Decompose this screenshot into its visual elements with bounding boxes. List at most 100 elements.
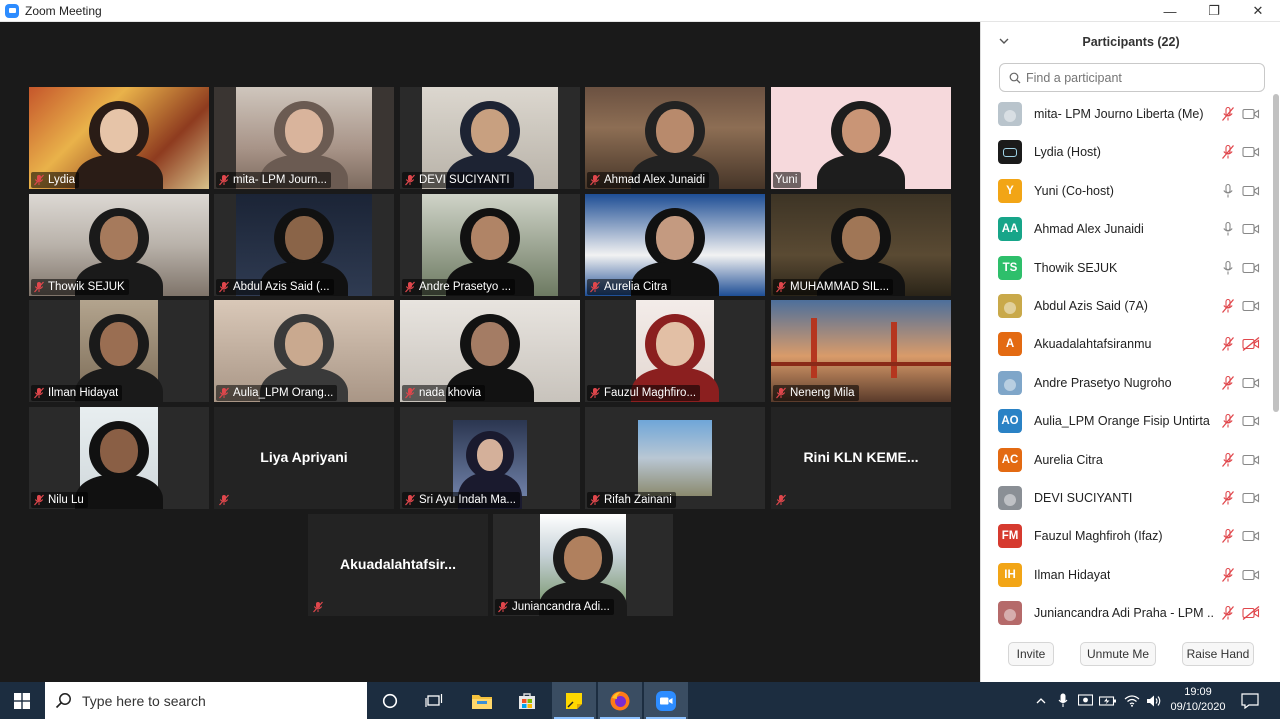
volume-tray-icon[interactable] [1144,682,1164,719]
video-camera-icon[interactable] [1242,568,1260,582]
video-camera-icon[interactable] [1242,529,1260,543]
video-tile[interactable]: Ilman Hidayat [29,300,209,402]
unmute-me-button[interactable]: Unmute Me [1080,642,1156,666]
start-button[interactable] [0,682,44,719]
video-tile[interactable]: Liya Apriyani [214,407,394,509]
microphone-icon[interactable] [1220,221,1236,237]
participant-row[interactable]: FM Fauzul Maghfiroh (Ifaz) [981,517,1273,555]
video-tile[interactable]: Thowik SEJUK [29,194,209,296]
participant-search-box[interactable] [999,63,1265,92]
microphone-muted-icon[interactable] [1220,452,1236,468]
video-tile[interactable]: MUHAMMAD SIL... [771,194,951,296]
video-tile[interactable]: Fauzul Maghfiro... [585,300,765,402]
video-camera-off-icon[interactable] [1242,606,1260,621]
video-tile[interactable]: Nilu Lu [29,407,209,509]
microphone-muted-icon[interactable] [1220,375,1236,391]
microphone-muted-icon[interactable] [1220,567,1236,583]
microphone-tray-icon[interactable] [1054,682,1072,719]
firefox-button[interactable] [598,682,642,719]
participant-row[interactable]: Andre Prasetyo Nugroho [981,364,1273,402]
task-view-button[interactable] [412,682,456,719]
video-tile[interactable]: Rifah Zainani [585,407,765,509]
video-camera-icon[interactable] [1242,222,1260,236]
microsoft-store-button[interactable] [505,682,549,719]
participant-row[interactable]: Juniancandra Adi Praha - LPM ... [981,594,1273,632]
video-camera-icon[interactable] [1242,184,1260,198]
participant-row[interactable]: AC Aurelia Citra [981,441,1273,479]
participant-row[interactable]: TS Thowik SEJUK [981,249,1273,287]
microphone-muted-icon[interactable] [1220,413,1236,429]
microphone-muted-icon[interactable] [1220,528,1236,544]
microphone-muted-icon[interactable] [1220,144,1236,160]
video-camera-icon[interactable] [1242,145,1260,159]
microphone-muted-icon[interactable] [1220,605,1236,621]
zoom-taskbar-button[interactable] [644,682,688,719]
webcam-tray-icon[interactable] [1076,682,1094,719]
participant-row[interactable]: IH Ilman Hidayat [981,556,1273,594]
video-tile[interactable]: Rini KLN KEME... [771,407,951,509]
participant-row[interactable]: AO Aulia_LPM Orange Fisip Untirta [981,402,1273,440]
maximize-button[interactable]: ❐ [1192,0,1236,22]
participant-list-name: Ahmad Alex Junaidi [1034,222,1144,237]
video-camera-icon[interactable] [1242,453,1260,467]
participant-row[interactable]: DEVI SUCIYANTI [981,479,1273,517]
microphone-muted-icon[interactable] [1220,298,1236,314]
video-camera-off-icon[interactable] [1242,337,1260,352]
video-tile[interactable]: Sri Ayu Indah Ma... [400,407,580,509]
action-center-button[interactable] [1232,682,1268,719]
participant-row[interactable]: A Akuadalahtafsiranmu [981,325,1273,363]
participant-row[interactable]: Abdul Azis Said (7A) [981,287,1273,325]
participant-row[interactable]: Y Yuni (Co-host) [981,172,1273,210]
video-tile[interactable]: Aulia_LPM Orang... [214,300,394,402]
video-tile[interactable]: Neneng Mila [771,300,951,402]
video-tile[interactable]: Juniancandra Adi... [493,514,673,616]
minimize-button[interactable]: — [1148,0,1192,22]
scrollbar-thumb[interactable] [1273,94,1279,412]
battery-tray-icon[interactable] [1098,682,1118,719]
file-explorer-button[interactable] [460,682,504,719]
taskbar-search-box[interactable]: Type here to search [45,682,367,719]
video-tile[interactable]: Abdul Azis Said (... [214,194,394,296]
windows-taskbar: Type here to search 19:09 09/10/2020 [0,682,1280,719]
participant-row[interactable]: AA Ahmad Alex Junaidi [981,210,1273,248]
video-tile[interactable]: DEVI SUCIYANTI [400,87,580,189]
video-tile[interactable]: Aurelia Citra [585,194,765,296]
taskbar-clock[interactable]: 19:09 09/10/2020 [1168,685,1228,715]
microphone-muted-icon[interactable] [1220,106,1236,122]
video-camera-icon[interactable] [1242,299,1260,313]
video-camera-icon[interactable] [1242,414,1260,428]
video-tile[interactable]: Lydia [29,87,209,189]
wifi-tray-icon[interactable] [1122,682,1142,719]
bridge-graphic [811,318,817,378]
zoom-window: Zoom Meeting — ❐ ✕ Lydia mita- LPM Journ.… [0,0,1280,719]
participant-row[interactable]: Lydia (Host) [981,133,1273,171]
sticky-notes-button[interactable] [552,682,596,719]
raise-hand-button[interactable]: Raise Hand [1182,642,1254,666]
microphone-icon[interactable] [1220,183,1236,199]
cortana-button[interactable] [368,682,412,719]
participant-search-input[interactable] [1026,70,1246,85]
video-tile[interactable]: Yuni [771,87,951,189]
video-tile[interactable]: nada khovia [400,300,580,402]
participant-avatar: AC [998,447,1022,472]
video-camera-icon[interactable] [1242,376,1260,390]
video-camera-icon[interactable] [1242,107,1260,121]
video-camera-icon[interactable] [1242,491,1260,505]
microphone-muted-icon[interactable] [1220,336,1236,352]
video-tile[interactable]: Ahmad Alex Junaidi [585,87,765,189]
participant-name-bar: Fauzul Maghfiro... [587,385,701,401]
invite-button[interactable]: Invite [1008,642,1054,666]
participant-row[interactable]: mita- LPM Journo Liberta (Me) [981,95,1273,133]
show-hidden-icons-button[interactable] [1032,682,1050,719]
chevron-down-icon[interactable] [999,36,1009,46]
microphone-icon[interactable] [1220,260,1236,276]
participant-name: Juniancandra Adi... [512,601,610,613]
video-camera-icon[interactable] [1242,261,1260,275]
close-button[interactable]: ✕ [1236,0,1280,22]
video-tile[interactable]: mita- LPM Journ... [214,87,394,189]
participant-list-scrollbar[interactable] [1272,94,1280,634]
video-tile[interactable]: Akuadalahtafsir... [308,514,488,616]
task-view-icon [425,693,443,707]
video-tile[interactable]: Andre Prasetyo ... [400,194,580,296]
microphone-muted-icon[interactable] [1220,490,1236,506]
